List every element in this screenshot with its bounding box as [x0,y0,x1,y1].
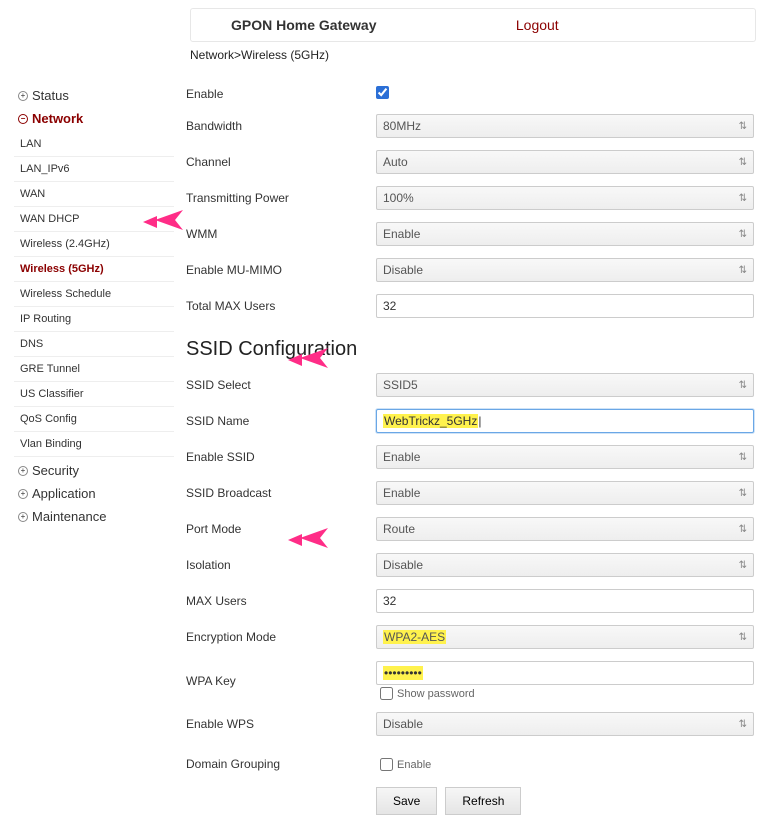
ssidselect-label: SSID Select [186,378,376,392]
chevron-updown-icon: ⇅ [739,524,747,535]
sidebar-item-wireless-2-4ghz-[interactable]: Wireless (2.4GHz) [14,232,174,257]
chevron-updown-icon: ⇅ [739,488,747,499]
ssid-section-title: SSID Configuration [186,338,754,361]
sidebar-item-wireless-5ghz-[interactable]: Wireless (5GHz) [14,257,174,282]
sidebar-group-network[interactable]: −Network [14,107,174,130]
enablessid-select[interactable]: Enable⇅ [376,445,754,469]
sidebar-item-ip-routing[interactable]: IP Routing [14,307,174,332]
ssidselect-select[interactable]: SSID5⇅ [376,373,754,397]
sidebar-item-vlan-binding[interactable]: Vlan Binding [14,432,174,457]
logout-link[interactable]: Logout [516,17,735,33]
enablessid-label: Enable SSID [186,450,376,464]
wps-select[interactable]: Disable⇅ [376,712,754,736]
chevron-updown-icon: ⇅ [739,193,747,204]
chevron-updown-icon: ⇅ [739,265,747,276]
sidebar-group-status[interactable]: + Status [14,84,174,107]
enable-label: Enable [186,87,376,101]
sidebar-item-wireless-schedule[interactable]: Wireless Schedule [14,282,174,307]
domaingroup-checkbox[interactable] [380,758,393,771]
maxusers-label: MAX Users [186,594,376,608]
sidebar-group-security[interactable]: + Security [14,459,174,482]
plus-icon: + [18,91,28,101]
sidebar-item-wan[interactable]: WAN [14,182,174,207]
isolation-label: Isolation [186,558,376,572]
sidebar: +Status−NetworkLANLAN_IPv6WANWAN DHCPWir… [14,80,174,815]
wpakey-input[interactable]: ••••••••• [376,661,754,685]
top-bar: GPON Home Gateway Logout [190,8,756,42]
save-button[interactable]: Save [376,787,437,815]
encryption-select[interactable]: WPA2-AES⇅ [376,625,754,649]
totalmax-input[interactable]: 32 [376,294,754,318]
enable-checkbox[interactable] [376,86,389,99]
sidebar-group-label: Maintenance [32,509,106,524]
sidebar-group-label: Security [32,463,79,478]
wmm-select[interactable]: Enable⇅ [376,222,754,246]
sidebar-item-qos-config[interactable]: QoS Config [14,407,174,432]
sidebar-group-maintenance[interactable]: + Maintenance [14,505,174,528]
sidebar-item-lan[interactable]: LAN [14,132,174,157]
ssidname-label: SSID Name [186,414,376,428]
isolation-select[interactable]: Disable⇅ [376,553,754,577]
refresh-button[interactable]: Refresh [445,787,521,815]
channel-select[interactable]: Auto⇅ [376,150,754,174]
broadcast-label: SSID Broadcast [186,486,376,500]
plus-icon: + [18,489,28,499]
portmode-select[interactable]: Route⇅ [376,517,754,541]
chevron-updown-icon: ⇅ [739,452,747,463]
showpass-checkbox[interactable] [380,687,393,700]
sidebar-group-application[interactable]: + Application [14,482,174,505]
domaingroup-label: Domain Grouping [186,757,376,771]
sidebar-group-label: Application [32,486,96,501]
sidebar-group-label: Status [32,88,69,103]
sidebar-item-lan-ipv6[interactable]: LAN_IPv6 [14,157,174,182]
mumimo-label: Enable MU-MIMO [186,263,376,277]
txpower-select[interactable]: 100%⇅ [376,186,754,210]
chevron-updown-icon: ⇅ [739,380,747,391]
chevron-updown-icon: ⇅ [739,719,747,730]
domaingroup-check-label: Enable [397,759,431,771]
minus-icon: − [18,114,28,124]
chevron-updown-icon: ⇅ [739,560,747,571]
sidebar-item-us-classifier[interactable]: US Classifier [14,382,174,407]
chevron-updown-icon: ⇅ [739,157,747,168]
sidebar-item-dns[interactable]: DNS [14,332,174,357]
channel-label: Channel [186,155,376,169]
totalmax-label: Total MAX Users [186,299,376,313]
breadcrumb: Network>Wireless (5GHz) [190,48,768,62]
plus-icon: + [18,466,28,476]
plus-icon: + [18,512,28,522]
ssidname-input[interactable]: WebTrickz_5GHz| [376,409,754,433]
chevron-updown-icon: ⇅ [739,632,747,643]
encryption-label: Encryption Mode [186,630,376,644]
txpower-label: Transmitting Power [186,191,376,205]
broadcast-select[interactable]: Enable⇅ [376,481,754,505]
chevron-updown-icon: ⇅ [739,229,747,240]
maxusers-input[interactable]: 32 [376,589,754,613]
portmode-label: Port Mode [186,522,376,536]
wps-label: Enable WPS [186,717,376,731]
sidebar-group-label: Network [32,111,83,126]
chevron-updown-icon: ⇅ [739,121,747,132]
wmm-label: WMM [186,227,376,241]
mumimo-select[interactable]: Disable⇅ [376,258,754,282]
bandwidth-select[interactable]: 80MHz⇅ [376,114,754,138]
wpakey-label: WPA Key [186,674,376,688]
app-title: GPON Home Gateway [211,17,516,33]
bandwidth-label: Bandwidth [186,119,376,133]
sidebar-item-gre-tunnel[interactable]: GRE Tunnel [14,357,174,382]
sidebar-item-wan-dhcp[interactable]: WAN DHCP [14,207,174,232]
main-panel: Enable Bandwidth 80MHz⇅ Channel Auto⇅ Tr… [186,80,754,815]
showpass-label: Show password [397,688,475,700]
